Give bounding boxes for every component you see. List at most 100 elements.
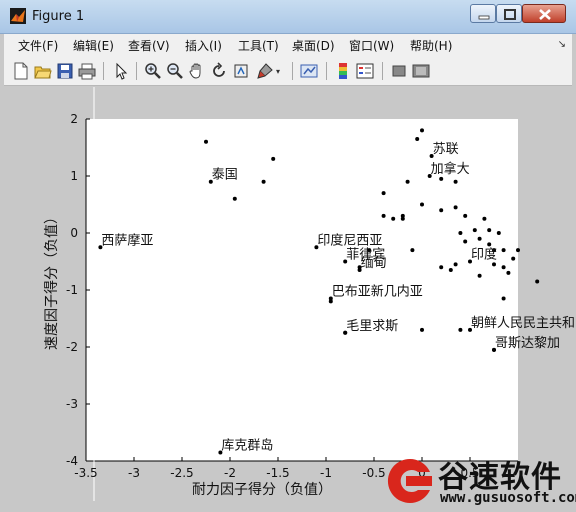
data-point bbox=[496, 231, 501, 235]
point-label: 缅甸 bbox=[361, 256, 387, 271]
data-point bbox=[410, 248, 415, 253]
menu-desktop[interactable]: 桌面(D) bbox=[292, 37, 335, 54]
data-point bbox=[400, 216, 405, 221]
toolbar-separator bbox=[382, 62, 383, 80]
watermark-url: www.gusuosoft.com bbox=[440, 490, 576, 506]
data-point bbox=[420, 128, 424, 133]
point-label: 泰国 bbox=[212, 168, 238, 183]
data-cursor-icon[interactable] bbox=[232, 62, 250, 80]
x-tick-label: -2 bbox=[224, 466, 236, 480]
menu-dock-arrow-icon[interactable]: ↘ bbox=[558, 39, 566, 50]
data-point bbox=[405, 179, 410, 184]
data-point bbox=[458, 231, 463, 235]
scatter-plot: -3.5 -3 -2.5 -2 -1.5 -1 -0.5 0 0.5210-1-2-3-4耐力因… bbox=[43, 87, 576, 501]
point-label: 毛里求斯 bbox=[346, 319, 398, 334]
title-bar[interactable]: Figure 1 bbox=[0, 0, 576, 34]
y-tick-label: 2 bbox=[70, 112, 78, 126]
x-tick-label: -2.5 bbox=[170, 466, 193, 480]
data-point bbox=[477, 273, 482, 278]
menu-help[interactable]: 帮助(H) bbox=[410, 37, 452, 54]
point-label: 加拿大 bbox=[431, 161, 470, 177]
hide-plot-tools-icon[interactable] bbox=[390, 62, 408, 80]
menu-file[interactable]: 文件(F) bbox=[18, 37, 58, 54]
toolbar-separator bbox=[103, 62, 104, 80]
minimize-icon bbox=[478, 15, 490, 20]
data-point bbox=[439, 208, 444, 213]
maximize-icon bbox=[504, 9, 516, 20]
point-label: 库克群岛 bbox=[221, 437, 273, 453]
data-point bbox=[482, 216, 487, 221]
zoom-in-icon[interactable] bbox=[144, 62, 162, 80]
new-figure-icon[interactable] bbox=[12, 62, 30, 80]
zoom-out-icon[interactable] bbox=[166, 62, 184, 80]
data-point bbox=[415, 136, 420, 141]
data-point bbox=[381, 191, 386, 196]
y-axis-label: 速度因子得分（负值） bbox=[43, 210, 60, 350]
data-point bbox=[501, 248, 506, 253]
toolbar: ▾ bbox=[4, 56, 572, 86]
menu-tools[interactable]: 工具(T) bbox=[238, 37, 279, 54]
data-point bbox=[492, 262, 496, 267]
pan-icon[interactable] bbox=[188, 62, 206, 80]
matlab-logo-icon bbox=[10, 8, 26, 24]
menu-window[interactable]: 窗口(W) bbox=[349, 37, 394, 54]
close-icon bbox=[539, 9, 551, 20]
menu-insert[interactable]: 插入(I) bbox=[185, 37, 222, 54]
brush-icon[interactable] bbox=[256, 62, 274, 80]
point-label: 朝鲜人民民主共和国 bbox=[471, 316, 576, 331]
data-point bbox=[458, 327, 463, 332]
data-point bbox=[391, 216, 396, 221]
menu-view[interactable]: 查看(V) bbox=[128, 37, 170, 54]
data-point bbox=[453, 262, 458, 267]
toolbar-separator bbox=[326, 62, 327, 80]
data-point bbox=[487, 228, 492, 233]
data-point bbox=[511, 256, 516, 261]
window-title: Figure 1 bbox=[32, 9, 85, 24]
y-tick-label: -1 bbox=[66, 283, 78, 297]
data-point bbox=[261, 179, 266, 184]
axes: -3.5 -3 -2.5 -2 -1.5 -1 -0.5 0 0.5210-1-2-3-4耐力因… bbox=[43, 87, 576, 501]
legend-icon[interactable] bbox=[356, 62, 374, 80]
toolbar-separator bbox=[136, 62, 137, 80]
x-tick-label: -3 bbox=[128, 466, 140, 480]
y-tick-label: -4 bbox=[66, 454, 78, 468]
data-point bbox=[420, 202, 424, 207]
menu-bar: 文件(F) 编辑(E) 查看(V) 插入(I) 工具(T) 桌面(D) 窗口(W… bbox=[4, 34, 572, 56]
data-point bbox=[381, 213, 386, 218]
data-point bbox=[453, 205, 458, 210]
toolbar-separator bbox=[292, 62, 293, 80]
minimize-button[interactable] bbox=[470, 4, 496, 23]
rotate-3d-icon[interactable] bbox=[210, 62, 228, 80]
y-tick-label: 0 bbox=[70, 226, 78, 240]
y-tick-label: -2 bbox=[66, 340, 78, 354]
figure-window: Figure 1 文件(F) 编辑(E) 查看(V) 插入(I) 工具(T) 桌… bbox=[0, 0, 576, 512]
x-tick-label: -1 bbox=[320, 466, 332, 480]
point-label: 西萨摩亚 bbox=[101, 232, 153, 248]
y-tick-label: 1 bbox=[70, 169, 78, 183]
data-point bbox=[439, 265, 444, 270]
data-point bbox=[439, 176, 444, 181]
pointer-icon[interactable] bbox=[112, 62, 130, 80]
save-icon[interactable] bbox=[56, 62, 74, 80]
data-point bbox=[271, 156, 276, 161]
open-file-icon[interactable] bbox=[34, 62, 52, 80]
data-point bbox=[463, 239, 468, 244]
data-point bbox=[420, 327, 424, 332]
data-point bbox=[501, 296, 506, 301]
show-plot-tools-icon[interactable] bbox=[412, 62, 430, 80]
data-point bbox=[463, 213, 468, 218]
x-tick-label: -1.5 bbox=[266, 466, 289, 480]
data-point bbox=[477, 236, 482, 241]
menu-edit[interactable]: 编辑(E) bbox=[73, 37, 114, 54]
close-button[interactable] bbox=[522, 4, 566, 23]
point-label: 苏联 bbox=[433, 141, 459, 157]
colorbar-icon[interactable] bbox=[334, 62, 352, 80]
point-label: 印度 bbox=[471, 247, 497, 263]
maximize-button[interactable] bbox=[496, 4, 522, 23]
data-point bbox=[487, 242, 492, 247]
print-icon[interactable] bbox=[78, 62, 96, 80]
link-plot-icon[interactable] bbox=[300, 62, 318, 80]
data-point bbox=[472, 228, 477, 233]
point-label: 哥斯达黎加 bbox=[495, 336, 560, 351]
y-tick-label: -3 bbox=[66, 397, 78, 411]
